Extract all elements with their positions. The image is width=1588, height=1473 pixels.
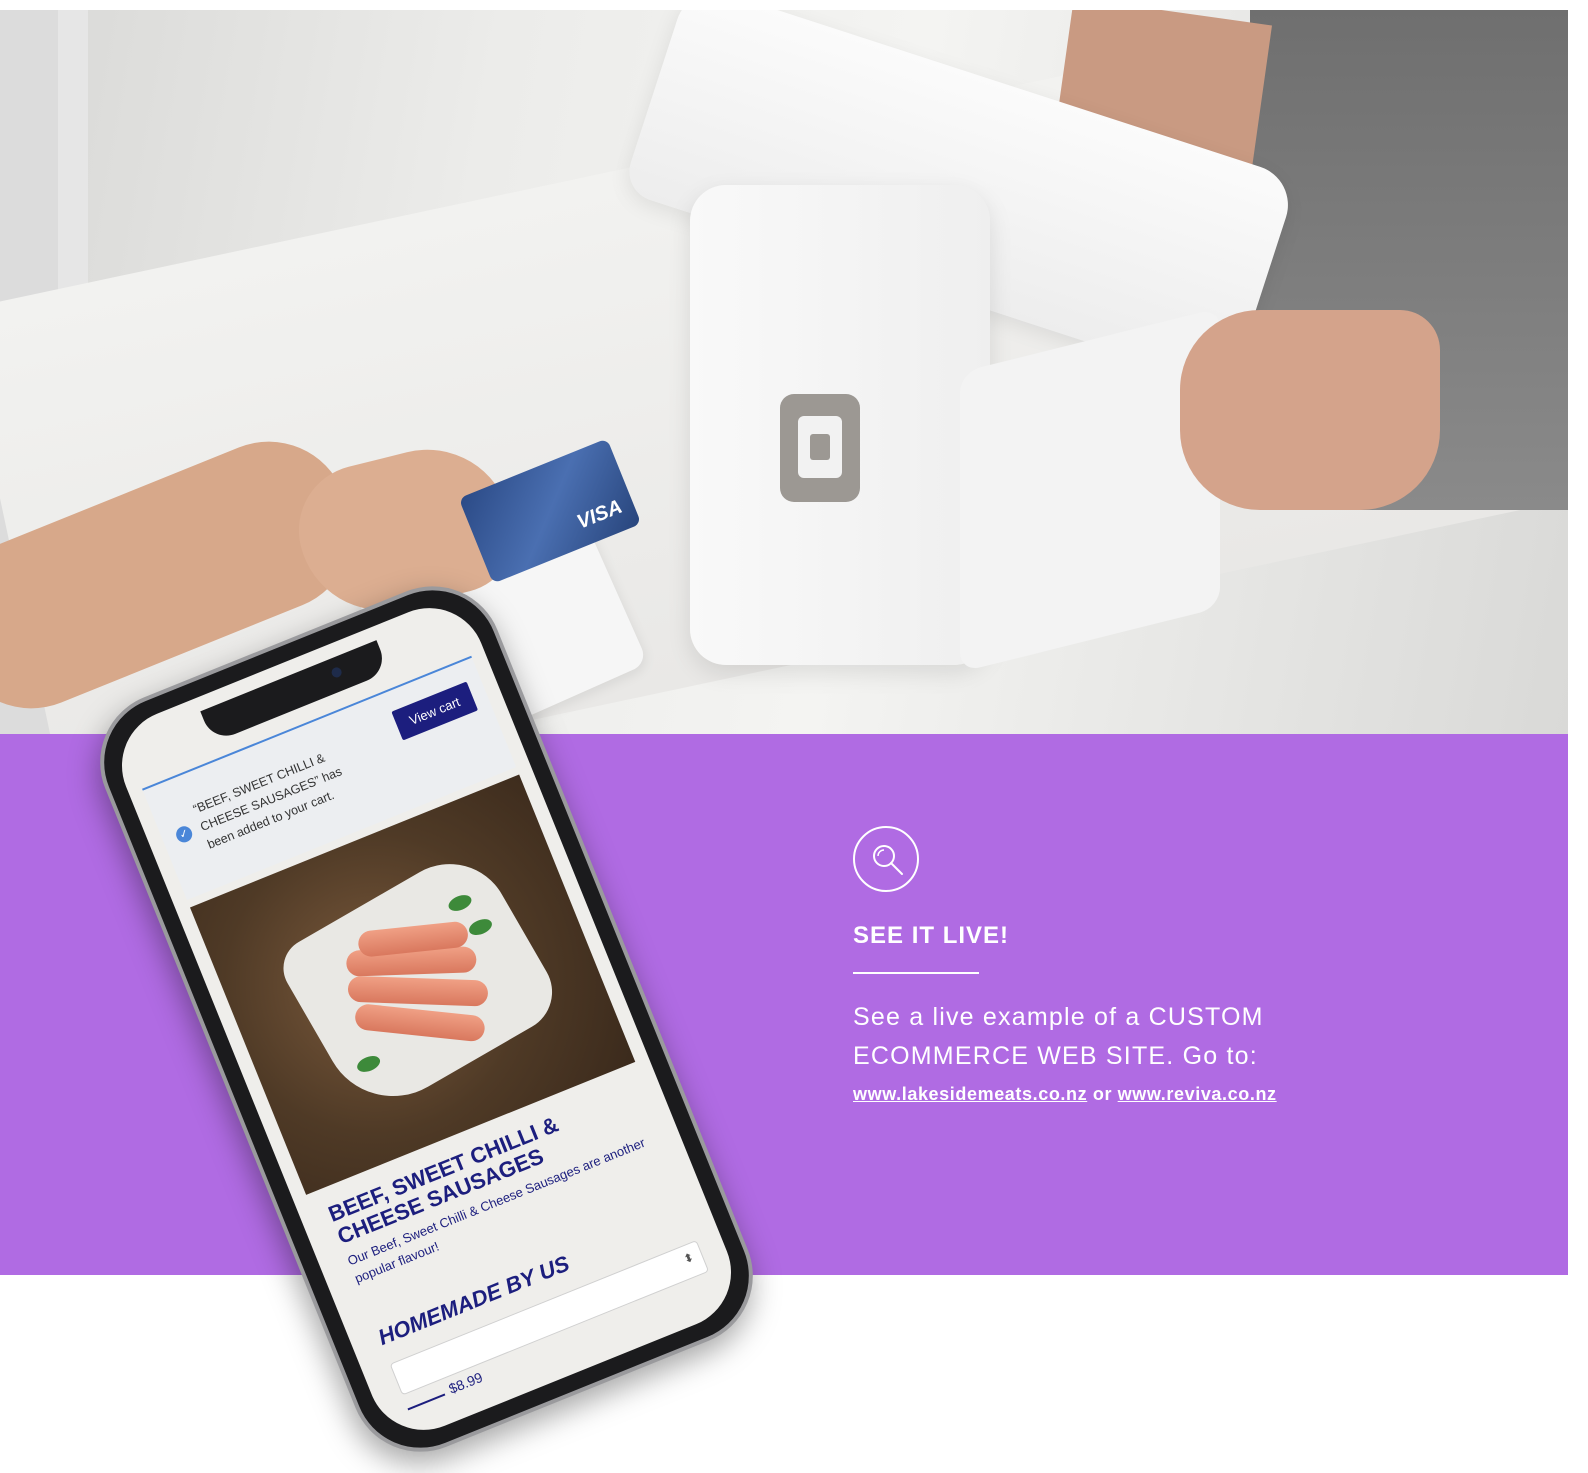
hero-photo: VISA [0, 10, 1568, 734]
card-brand: VISA [573, 495, 626, 534]
view-cart-button[interactable]: View cart [391, 681, 479, 741]
select-arrow-icon: ⬍ [681, 1249, 696, 1267]
cta-links: www.lakesidemeats.co.nz or www.reviva.co… [853, 1084, 1277, 1105]
sausage [347, 975, 489, 1007]
cta-body: See a live example of a CUSTOM ECOMMERCE… [853, 1003, 1264, 1070]
pos-stand-base [960, 307, 1220, 673]
square-logo-icon [780, 394, 860, 502]
search-icon [853, 826, 919, 892]
link-lakesidemeats[interactable]: www.lakesidemeats.co.nz [853, 1084, 1087, 1104]
cta-heading: SEE IT LIVE! [853, 922, 1010, 949]
link-reviva[interactable]: www.reviva.co.nz [1118, 1084, 1277, 1104]
cart-notice-message: “BEEF, SWEET CHILLI & CHEESE SAUSAGES” h… [191, 750, 344, 852]
heading-divider [853, 972, 979, 974]
check-icon: ✓ [173, 823, 195, 845]
link-separator: or [1092, 1084, 1113, 1104]
magnifier-glyph [873, 845, 903, 875]
cashier-hand [1180, 310, 1440, 510]
price-divider [407, 1393, 446, 1411]
